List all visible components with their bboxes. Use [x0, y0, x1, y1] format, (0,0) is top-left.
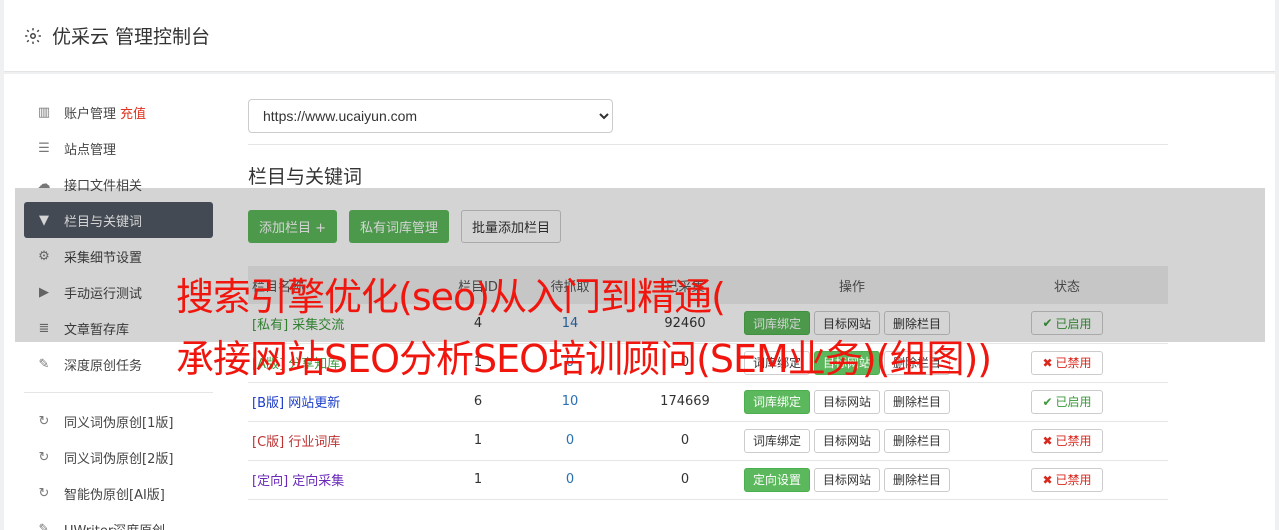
refresh-icon: ↻	[38, 413, 50, 429]
refresh-icon: ↻	[38, 449, 50, 465]
sidebar-item-label: 智能伪原创[AI版]	[64, 487, 165, 503]
status-toggle[interactable]: ✖ 已禁用	[1031, 467, 1103, 492]
status-label: 已启用	[1055, 395, 1092, 409]
recharge-link[interactable]: 充值	[120, 103, 146, 122]
status-cell: ✖ 已禁用	[966, 460, 1168, 500]
column-version-tag: [B版]	[252, 396, 285, 411]
gear-icon	[25, 27, 41, 44]
sidebar-item-label: 深度原创任务	[64, 358, 143, 374]
delete-column-button[interactable]: 删除栏目	[884, 428, 951, 453]
column-name: 网站更新	[288, 396, 341, 411]
sidebar-item-synonym-v1[interactable]: ↻ 同义词伪原创[1版]	[24, 403, 213, 439]
ops-cell: 词库绑定 目标网站 删除栏目	[738, 421, 966, 461]
pending-count[interactable]: 0	[508, 421, 632, 461]
check-icon: ✔	[1042, 394, 1053, 409]
edit-icon: ✎	[38, 521, 50, 530]
table-row: [C版] 行业词库 1 0 0 词库绑定 目标网站 删除栏目 ✖ 已禁用	[248, 421, 1168, 461]
bind-lexicon-button[interactable]: 词库绑定	[744, 389, 811, 414]
status-toggle[interactable]: ✖ 已禁用	[1031, 350, 1103, 375]
watermark-line-2: 承接网站SEO分析SEO培训顾问(SEM业务)(组图))	[176, 337, 992, 381]
column-id: 1	[448, 460, 508, 500]
delete-column-button[interactable]: 删除栏目	[884, 389, 951, 414]
ops-cell: 词库绑定 目标网站 删除栏目	[738, 382, 966, 422]
collected-count: 0	[632, 421, 738, 461]
sidebar-item-label: 同义词伪原创[2版]	[64, 451, 174, 467]
column-name-link[interactable]: [定向] 定向采集	[252, 474, 344, 489]
server-icon: ☰	[38, 140, 50, 156]
target-site-button[interactable]: 目标网站	[814, 467, 881, 492]
column-name-cell: [C版] 行业词库	[248, 421, 448, 461]
sidebar-item-label: UWriter深度原创	[64, 520, 165, 530]
app-title: 优采云 管理控制台	[52, 26, 211, 48]
sidebar-item-ai-rewrite[interactable]: ↻ 智能伪原创[AI版]	[24, 475, 213, 511]
divider	[248, 144, 1168, 145]
close-icon: ✖	[1042, 472, 1053, 487]
sidebar-item-label: 同义词伪原创[1版]	[64, 415, 174, 431]
status-cell: ✖ 已禁用	[966, 421, 1168, 461]
table-row: [定向] 定向采集 1 0 0 定向设置 目标网站 删除栏目 ✖ 已禁用	[248, 460, 1168, 500]
sidebar-divider	[24, 392, 213, 393]
column-id: 1	[448, 421, 508, 461]
column-name-link[interactable]: [C版] 行业词库	[252, 435, 340, 450]
status-label: 已禁用	[1055, 434, 1092, 448]
bind-lexicon-button[interactable]: 词库绑定	[744, 428, 811, 453]
watermark-line-1: 搜索引擎优化(seo)从入门到精通(	[176, 275, 726, 319]
sidebar-item-account[interactable]: ▥ 账户管理 充值	[24, 94, 213, 130]
pending-count[interactable]: 0	[508, 460, 632, 500]
column-name-link[interactable]: [B版] 网站更新	[252, 396, 340, 411]
status-toggle[interactable]: ✖ 已禁用	[1031, 428, 1103, 453]
column-name: 定向采集	[292, 474, 345, 489]
site-select[interactable]: https://www.ucaiyun.com	[248, 99, 613, 133]
sidebar-item-sites[interactable]: ☰ 站点管理	[24, 130, 213, 166]
column-name: 行业词库	[288, 435, 341, 450]
column-name-cell: [B版] 网站更新	[248, 382, 448, 422]
pending-count[interactable]: 10	[508, 382, 632, 422]
target-site-button[interactable]: 目标网站	[814, 389, 881, 414]
sidebar-item-synonym-v2[interactable]: ↻ 同义词伪原创[2版]	[24, 439, 213, 475]
sidebar-item-label: 账户管理	[64, 106, 117, 122]
delete-column-button[interactable]: 删除栏目	[884, 467, 951, 492]
column-id: 6	[448, 382, 508, 422]
status-toggle[interactable]: ✔ 已启用	[1031, 389, 1103, 414]
status-label: 已禁用	[1055, 356, 1092, 370]
column-version-tag: [定向]	[252, 474, 289, 489]
table-row: [B版] 网站更新 6 10 174669 词库绑定 目标网站 删除栏目 ✔ 已启用	[248, 382, 1168, 422]
sidebar-item-uwriter[interactable]: ✎ UWriter深度原创	[24, 511, 213, 530]
edit-icon: ✎	[38, 356, 50, 372]
column-version-tag: [C版]	[252, 435, 285, 450]
sidebar-item-label: 站点管理	[64, 142, 117, 158]
column-name-cell: [定向] 定向采集	[248, 460, 448, 500]
collected-count: 174669	[632, 382, 738, 422]
status-cell: ✖ 已禁用	[966, 343, 1168, 383]
status-label: 已禁用	[1055, 473, 1092, 487]
section-title: 栏目与关键词	[248, 166, 363, 188]
ops-cell: 定向设置 目标网站 删除栏目	[738, 460, 966, 500]
app-header: 优采云 管理控制台	[4, 0, 1275, 72]
close-icon: ✖	[1042, 433, 1053, 448]
refresh-icon: ↻	[38, 485, 50, 501]
bar-chart-icon: ▥	[37, 104, 51, 120]
collected-count: 0	[632, 460, 738, 500]
close-icon: ✖	[1042, 355, 1053, 370]
bind-lexicon-button[interactable]: 定向设置	[744, 467, 811, 492]
target-site-button[interactable]: 目标网站	[814, 428, 881, 453]
status-cell: ✔ 已启用	[966, 382, 1168, 422]
